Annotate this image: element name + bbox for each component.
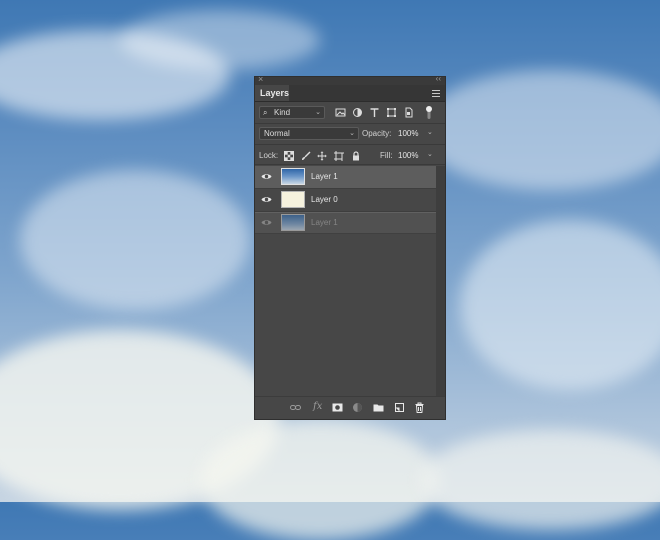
opacity-input[interactable]: 100% [398, 129, 418, 138]
layer-list: Layer 1 Layer 0 Layer 1 [255, 166, 436, 234]
lock-image-pixels-icon[interactable] [301, 151, 311, 161]
chevron-down-icon: ⌄ [349, 130, 355, 137]
fill-input[interactable]: 100% [398, 151, 418, 160]
blend-mode-value: Normal [264, 129, 290, 138]
layer-name: Layer 1 [311, 218, 338, 227]
group-folder-icon[interactable] [373, 402, 384, 413]
trash-icon[interactable] [414, 402, 425, 413]
layer-name[interactable]: Layer 0 [311, 195, 338, 204]
tab-layers[interactable]: Layers [255, 85, 289, 101]
type-filter-icon[interactable] [369, 107, 380, 118]
smart-object-filter-icon[interactable] [403, 107, 414, 118]
pixel-filter-icon[interactable] [335, 107, 346, 118]
layer-thumbnail [281, 191, 305, 208]
layer-mask-icon[interactable] [332, 402, 343, 413]
adjustment-filter-icon[interactable] [352, 107, 363, 118]
layer-thumbnail [281, 214, 305, 231]
search-icon: ⌕ [263, 108, 268, 117]
layer-thumbnail [281, 168, 305, 185]
panel-collapse-button[interactable]: ‹‹ [436, 74, 441, 83]
layer-name[interactable]: Layer 1 [311, 172, 338, 181]
panel-footer: fx [255, 396, 445, 419]
lock-artboard-icon[interactable] [334, 151, 344, 161]
fx-icon[interactable]: fx [313, 401, 322, 412]
panel-titlebar: × ‹‹ [255, 74, 445, 85]
new-layer-icon[interactable] [394, 402, 405, 413]
layer-row-layer-1[interactable]: Layer 1 [255, 166, 436, 189]
blend-mode-select[interactable]: Normal ⌄ [259, 127, 359, 140]
panel-close-button[interactable]: × [258, 74, 263, 84]
opacity-chevron-icon[interactable]: ⌄ [427, 128, 433, 136]
blend-row: Normal ⌄ Opacity: 100% ⌄ [255, 124, 445, 144]
opacity-label: Opacity: [362, 129, 392, 138]
lock-label: Lock: [259, 151, 279, 160]
layers-panel: × ‹‹ Layers ⌕ Kind ⌄ Normal ⌄ Opacity: 1… [254, 74, 446, 420]
visibility-eye-icon [261, 220, 272, 225]
lock-transparent-pixels-icon[interactable] [284, 151, 294, 161]
chevron-down-icon: ⌄ [315, 109, 321, 116]
shape-filter-icon[interactable] [386, 107, 397, 118]
lock-position-icon[interactable] [317, 151, 327, 161]
adjustment-layer-icon[interactable] [352, 402, 363, 413]
layer-list-scrollbar[interactable] [436, 166, 445, 398]
filter-toggle-icon[interactable] [425, 105, 433, 119]
lock-all-icon[interactable] [351, 151, 361, 161]
layer-row-layer-0[interactable]: Layer 0 [255, 189, 436, 212]
divider [255, 164, 445, 165]
visibility-eye-icon[interactable] [261, 195, 272, 204]
link-layers-icon[interactable] [290, 402, 301, 413]
dragged-layer-ghost: Layer 1 [255, 212, 436, 234]
fill-label: Fill: [380, 151, 393, 160]
divider [255, 144, 445, 145]
panel-menu-icon[interactable] [432, 90, 440, 99]
filter-row: ⌕ Kind ⌄ [255, 103, 445, 123]
filter-kind-label: Kind [274, 108, 291, 117]
panel-tab-row: Layers [255, 85, 445, 102]
filter-kind-select[interactable]: ⌕ Kind ⌄ [259, 106, 325, 119]
visibility-eye-icon[interactable] [261, 172, 272, 181]
fill-chevron-icon[interactable]: ⌄ [427, 150, 433, 158]
